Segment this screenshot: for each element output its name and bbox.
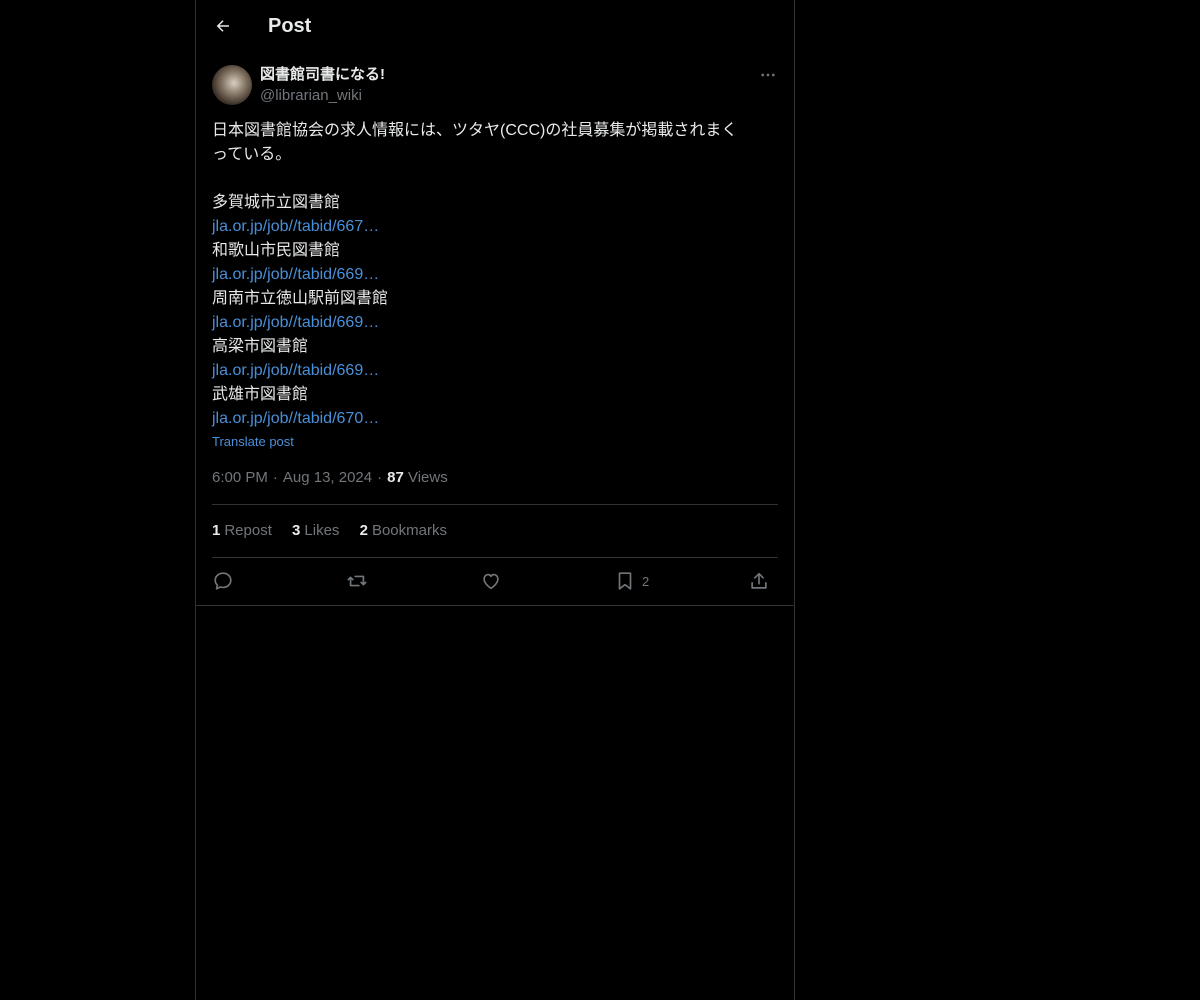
repost-button[interactable] xyxy=(346,569,368,593)
more-dots-icon xyxy=(761,73,775,77)
job-link[interactable]: jla.or.jp/job//tabid/669… xyxy=(212,311,778,335)
bookmark-count: 2 xyxy=(642,573,650,589)
library-name: 和歌山市民図書館 xyxy=(212,242,341,259)
bookmarks-count: 2 xyxy=(359,522,368,539)
reposts-label: Repost xyxy=(224,522,272,539)
back-button[interactable] xyxy=(210,13,236,39)
translate-post-link[interactable]: Translate post xyxy=(212,433,294,451)
likes-stat[interactable]: 3 Likes xyxy=(292,522,339,539)
library-name: 高梁市図書館 xyxy=(212,338,309,355)
arrow-left-icon xyxy=(216,20,229,32)
bookmarks-stat[interactable]: 2 Bookmarks xyxy=(360,522,447,539)
post-text-line: っている。 xyxy=(212,146,292,163)
views-label: Views xyxy=(407,469,448,486)
post-stats: 1 Repost 3 Likes 2 Bookmarks xyxy=(212,521,463,541)
author-display-name[interactable]: 図書館司書になる! xyxy=(260,65,385,85)
post-time[interactable]: 6:00 PM xyxy=(212,469,268,486)
more-options-button[interactable] xyxy=(758,65,778,85)
page-title: Post xyxy=(268,15,312,37)
post-date[interactable]: Aug 13, 2024 xyxy=(283,469,372,486)
top-bar: Post xyxy=(196,0,794,53)
like-button[interactable] xyxy=(480,569,502,593)
divider xyxy=(212,557,778,558)
post-detail: 図書館司書になる! @librarian_wiki 日本図書館協会の求人情報には… xyxy=(196,53,794,606)
heart-icon xyxy=(483,573,499,590)
job-link[interactable]: jla.or.jp/job//tabid/667… xyxy=(212,215,778,239)
action-bar: 2 xyxy=(212,565,778,597)
share-button[interactable] xyxy=(748,569,770,593)
likes-label: Likes xyxy=(304,522,340,539)
reposts-count: 1 xyxy=(212,522,221,539)
post-column: Post 図書館司書になる! @librarian_wiki 日本図書館協会の求… xyxy=(195,0,795,1000)
reposts-stat[interactable]: 1 Repost xyxy=(212,522,272,539)
reply-icon xyxy=(214,572,232,590)
post-meta: 6:00 PM · Aug 13, 2024 · 87 Views xyxy=(212,468,448,488)
repost-icon xyxy=(347,575,367,587)
likes-count: 3 xyxy=(292,522,301,539)
library-name: 多賀城市立図書館 xyxy=(212,194,341,211)
job-link[interactable]: jla.or.jp/job//tabid/669… xyxy=(212,263,778,287)
reply-button[interactable] xyxy=(212,569,234,593)
share-icon xyxy=(751,572,767,589)
views-count: 87 xyxy=(387,469,404,486)
post-text: 日本図書館協会の求人情報には、ツタヤ(CCC)の社員募集が掲載されまく っている… xyxy=(212,119,778,431)
avatar[interactable] xyxy=(212,65,252,105)
job-link[interactable]: jla.or.jp/job//tabid/669… xyxy=(212,359,778,383)
bookmarks-label: Bookmarks xyxy=(371,522,447,539)
bookmark-icon xyxy=(618,572,632,590)
job-link[interactable]: jla.or.jp/job//tabid/670… xyxy=(212,407,778,431)
author-handle[interactable]: @librarian_wiki xyxy=(260,86,362,106)
library-name: 周南市立徳山駅前図書館 xyxy=(212,290,389,307)
meta-separator: · xyxy=(272,469,278,486)
library-name: 武雄市図書館 xyxy=(212,386,309,403)
meta-separator: · xyxy=(377,469,383,486)
bookmark-button[interactable]: 2 xyxy=(614,569,649,593)
divider xyxy=(212,504,778,505)
post-text-line: 日本図書館協会の求人情報には、ツタヤ(CCC)の社員募集が掲載されまく xyxy=(212,122,738,139)
